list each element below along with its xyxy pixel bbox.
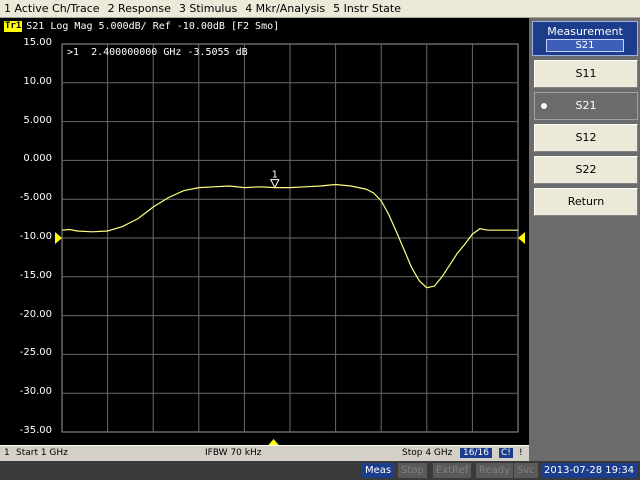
y-tick-label: -25.00 xyxy=(19,347,52,359)
warning-indicator: ! xyxy=(519,448,523,458)
marker-readout-value: 2.400000000 GHz -3.5055 dB xyxy=(91,47,248,58)
instrument-status-bar: Meas Stop ExtRef Ready Svc 2013-07-28 19… xyxy=(0,461,640,480)
softkey-s11-label: S11 xyxy=(575,67,597,80)
marker-readout: >1 2.400000000 GHz -3.5055 dB xyxy=(67,47,248,58)
trace-header[interactable]: Tr1 S21 Log Mag 5.000dB/ Ref -10.00dB [F… xyxy=(4,21,279,32)
softkey-s21-label: S21 xyxy=(575,99,597,112)
y-tick-label: -35.00 xyxy=(19,425,52,436)
meas-indicator: Meas xyxy=(362,463,395,478)
ref-level-arrow-right[interactable] xyxy=(518,232,525,244)
softkey-menu-title: Measurement S21 xyxy=(532,21,638,56)
menu-mkr-analysis[interactable]: 4 Mkr/Analysis xyxy=(241,2,329,15)
y-tick-label: -15.00 xyxy=(19,269,52,281)
stop-frequency[interactable]: Stop 4 GHz xyxy=(402,448,452,458)
y-tick-label: 10.00 xyxy=(23,75,52,87)
measurement-screen[interactable]: 1 Tr1 S21 Log Mag 5.000dB/ Ref -10.00dB … xyxy=(0,18,529,445)
menu-bar: 1 Active Ch/Trace 2 Response 3 Stimulus … xyxy=(0,0,640,18)
marker-1-triangle[interactable] xyxy=(269,179,280,189)
y-tick-label: -10.00 xyxy=(19,231,52,242)
marker-readout-index: >1 xyxy=(67,47,80,58)
y-tick-label: 15.00 xyxy=(23,37,52,48)
sweep-count: 16/16 xyxy=(460,448,492,458)
radio-selected-icon xyxy=(541,103,547,109)
y-tick-label: -5.000 xyxy=(19,192,52,204)
menu-response[interactable]: 2 Response xyxy=(104,2,175,15)
y-tick-label: 5.000 xyxy=(23,114,52,126)
softkey-title-value: S21 xyxy=(546,39,624,52)
stop-indicator: Stop xyxy=(398,463,427,478)
softkey-s12[interactable]: S12 xyxy=(534,124,638,152)
ready-indicator: Ready xyxy=(476,463,514,478)
trace-plot[interactable]: 1 xyxy=(0,18,529,445)
softkey-s21[interactable]: S21 xyxy=(534,92,638,120)
ifbw[interactable]: IFBW 70 kHz xyxy=(205,448,261,458)
trace-badge[interactable]: Tr1 xyxy=(4,21,23,32)
softkey-s11[interactable]: S11 xyxy=(534,60,638,88)
ref-level-arrow-left[interactable] xyxy=(55,232,62,244)
y-tick-label: -20.00 xyxy=(19,308,52,320)
softkey-title-label: Measurement xyxy=(547,25,623,38)
extref-indicator: ExtRef xyxy=(433,463,472,478)
softkey-panel: Measurement S21 S11 S21 S12 S22 Return xyxy=(529,18,640,461)
softkey-s12-label: S12 xyxy=(575,131,597,144)
channel-number: 1 xyxy=(4,448,10,458)
marker-1-label: 1 xyxy=(272,170,278,181)
softkey-s22[interactable]: S22 xyxy=(534,156,638,184)
menu-instr-state[interactable]: 5 Instr State xyxy=(329,2,405,15)
y-tick-label: -30.00 xyxy=(19,386,52,398)
menu-stimulus[interactable]: 3 Stimulus xyxy=(175,2,241,15)
start-frequency[interactable]: Start 1 GHz xyxy=(16,448,68,458)
continuous-indicator: C! xyxy=(499,448,513,458)
menu-active-ch-trace[interactable]: 1 Active Ch/Trace xyxy=(0,2,104,15)
softkey-s22-label: S22 xyxy=(575,163,597,176)
softkey-return-label: Return xyxy=(567,195,605,208)
softkey-return[interactable]: Return xyxy=(534,188,638,216)
channel-status-bar: 1 Start 1 GHz IFBW 70 kHz Stop 4 GHz 16/… xyxy=(0,445,529,461)
clock: 2013-07-28 19:34 xyxy=(541,463,638,478)
svc-indicator: Svc xyxy=(514,463,538,478)
y-tick-label: 0.000 xyxy=(23,153,52,165)
trace-header-text: S21 Log Mag 5.000dB/ Ref -10.00dB [F2 Sm… xyxy=(26,21,280,32)
